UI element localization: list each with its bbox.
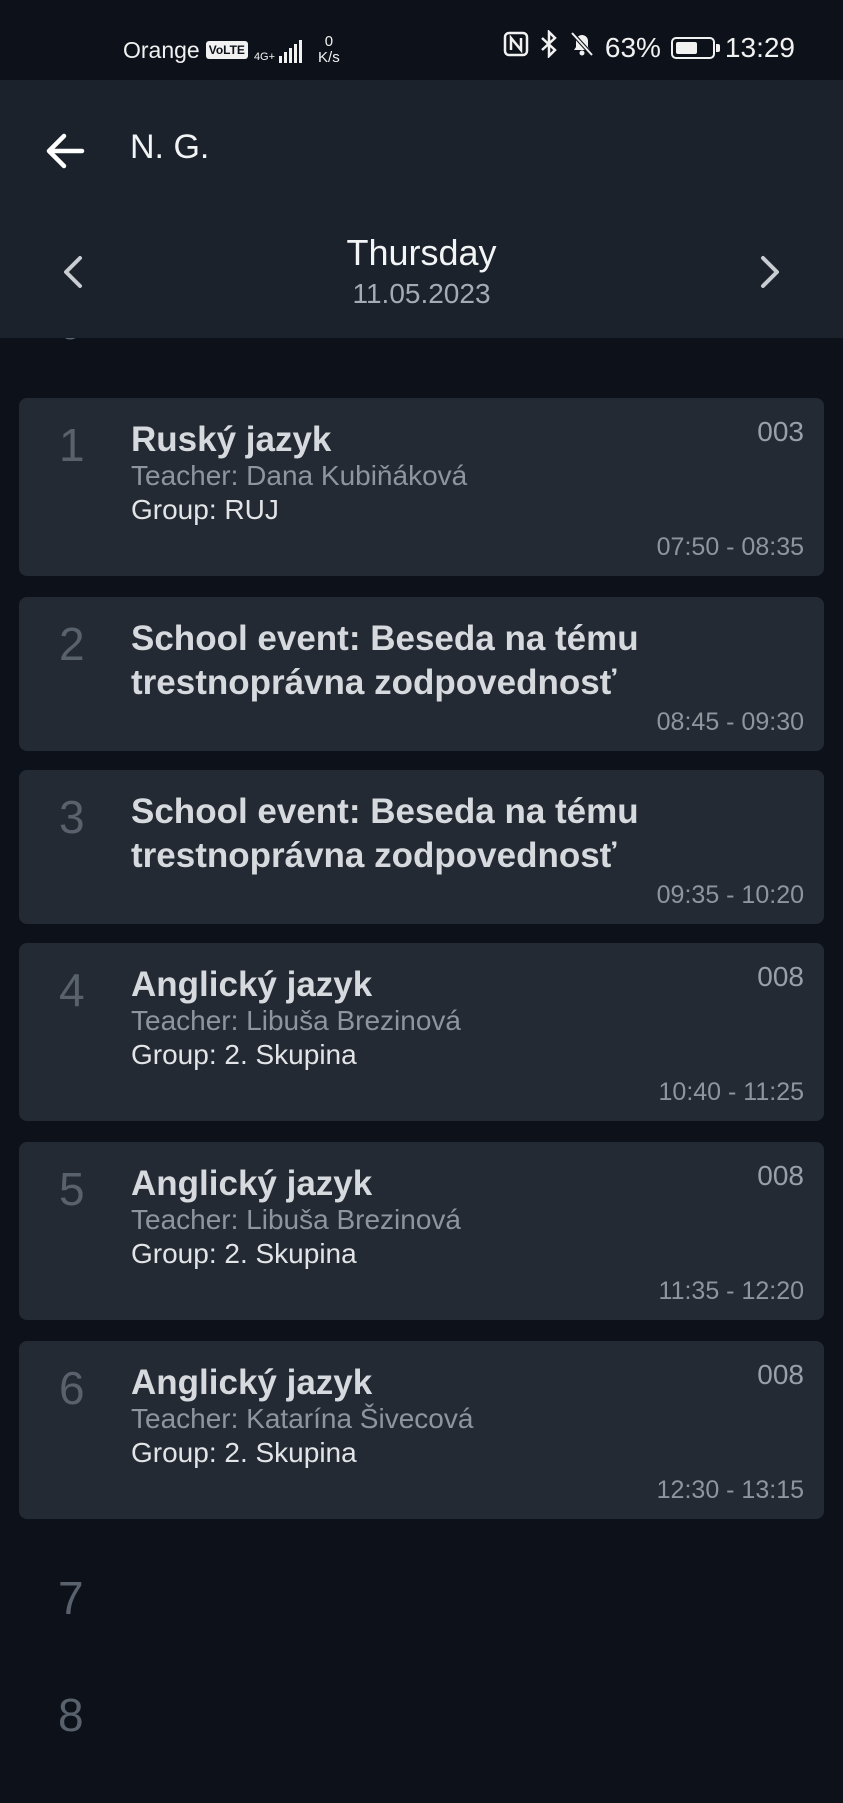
lesson-time: 08:45 - 09:30 <box>656 708 804 736</box>
timetable-list[interactable]: 0 1 Ruský jazyk 003 Teacher: Dana Kubiňá… <box>0 338 843 1803</box>
lesson-room: 008 <box>757 1160 804 1191</box>
lesson-group: Group: 2. Skupina <box>131 1039 357 1070</box>
lesson-card[interactable]: 2 School event: Beseda na tému trestnopr… <box>19 597 824 751</box>
lesson-subject: School event: Beseda na tému trestnopráv… <box>131 619 639 702</box>
lesson-card[interactable]: 6 Anglický jazyk 008 Teacher: Katarína Š… <box>19 1341 824 1519</box>
empty-slot-number: 8 <box>58 1689 84 1741</box>
status-bar-left: Orange VoLTE 4G+ 0 K/s <box>123 34 340 66</box>
slot-number: 0 <box>58 338 82 350</box>
status-bar: Orange VoLTE 4G+ 0 K/s 63% 13:29 <box>0 0 843 80</box>
lesson-number: 4 <box>59 964 85 1016</box>
lesson-time: 12:30 - 13:15 <box>656 1476 804 1504</box>
lesson-room: 003 <box>757 416 804 447</box>
clock: 13:29 <box>724 31 795 63</box>
bell-muted-icon <box>569 30 595 65</box>
lesson-time: 09:35 - 10:20 <box>656 881 804 909</box>
lesson-group: Group: RUJ <box>131 494 279 525</box>
lesson-room: 008 <box>757 961 804 992</box>
empty-slot-number: 7 <box>58 1572 84 1624</box>
network-type: 4G+ <box>253 51 276 63</box>
lesson-card[interactable]: 4 Anglický jazyk 008 Teacher: Libuša Bre… <box>19 943 824 1121</box>
carrier-name: Orange <box>123 36 200 63</box>
battery-icon <box>670 36 720 59</box>
lesson-teacher: Teacher: Katarína Šivecová <box>131 1403 474 1434</box>
lesson-time: 07:50 - 08:35 <box>656 533 804 561</box>
lesson-subject: School event: Beseda na tému trestnopráv… <box>131 792 639 875</box>
network-speed: 0 K/s <box>318 34 340 66</box>
chevron-right-icon <box>761 256 779 288</box>
lesson-number: 3 <box>59 791 85 843</box>
network-speed-unit: K/s <box>318 49 340 66</box>
lesson-time: 11:35 - 12:20 <box>658 1277 804 1305</box>
battery-percent: 63% <box>604 31 661 63</box>
volte-icon: VoLTE <box>205 41 248 59</box>
back-arrow-icon[interactable] <box>40 125 92 177</box>
signal-icon: 4G+ <box>253 37 303 63</box>
network-speed-value: 0 <box>324 33 334 50</box>
lesson-number: 1 <box>59 419 85 471</box>
lesson-time: 10:40 - 11:25 <box>658 1078 804 1106</box>
lesson-number: 6 <box>59 1362 85 1414</box>
date-label: 11.05.2023 <box>352 278 491 309</box>
nfc-icon <box>503 31 529 64</box>
lesson-number: 5 <box>59 1163 85 1215</box>
lesson-teacher: Teacher: Libuša Brezinová <box>131 1204 461 1235</box>
lesson-number: 2 <box>59 618 85 670</box>
lesson-card[interactable]: 3 School event: Beseda na tému trestnopr… <box>19 770 824 924</box>
day-name: Thursday <box>346 232 497 273</box>
lesson-room: 008 <box>757 1359 804 1390</box>
next-day-button[interactable] <box>747 250 791 294</box>
lesson-subject: Anglický jazyk <box>131 965 373 1004</box>
status-bar-right: 63% 13:29 <box>503 28 795 65</box>
page-title: N. G. <box>130 128 210 166</box>
lesson-subject: Anglický jazyk <box>131 1363 373 1402</box>
lesson-card[interactable]: 5 Anglický jazyk 008 Teacher: Libuša Bre… <box>19 1142 824 1320</box>
lesson-teacher: Teacher: Libuša Brezinová <box>131 1005 461 1036</box>
bluetooth-icon <box>539 28 559 65</box>
lesson-group: Group: 2. Skupina <box>131 1238 357 1269</box>
lesson-group: Group: 2. Skupina <box>131 1437 357 1468</box>
lesson-subject: Ruský jazyk <box>131 420 332 459</box>
lesson-teacher: Teacher: Dana Kubiňáková <box>131 460 468 491</box>
lesson-subject: Anglický jazyk <box>131 1164 373 1203</box>
app-bar: N. G. Thursday 11.05.2023 <box>0 80 843 338</box>
lesson-card[interactable]: 1 Ruský jazyk 003 Teacher: Dana Kubiňáko… <box>19 398 824 576</box>
